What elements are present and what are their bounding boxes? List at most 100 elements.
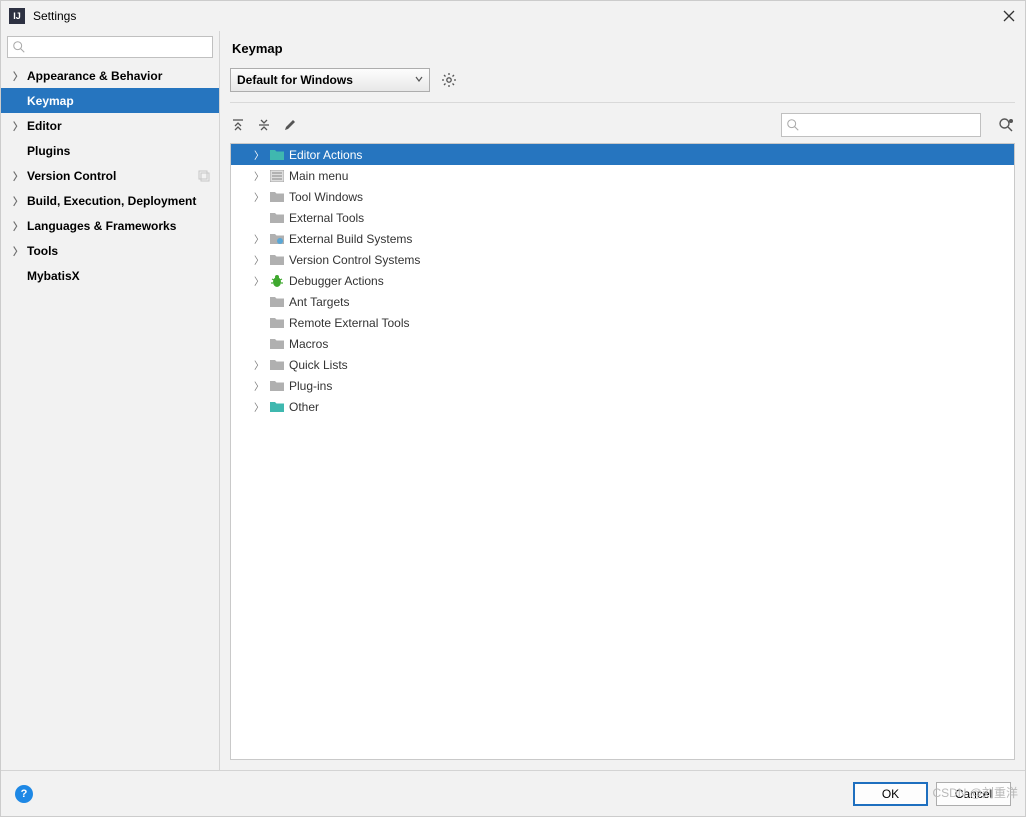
tree-row[interactable]: 〉 Version Control Systems [231,249,1014,270]
tree-row-label: External Tools [289,211,364,225]
chevron-right-icon: 〉 [13,68,23,83]
sidebar-item[interactable]: 〉Appearance & Behavior [1,63,219,88]
sidebar-item-label: Languages & Frameworks [27,219,176,233]
sidebar-item[interactable]: 〉 Build, Execution, Deployment [1,188,219,213]
folder-icon [269,357,285,373]
edit-icon[interactable] [282,117,298,133]
tree-row[interactable]: 〉 Plug-ins [231,375,1014,396]
tree-row[interactable]: 〉 Tool Windows [231,186,1014,207]
tree-row-label: Version Control Systems [289,253,420,267]
cancel-button[interactable]: Cancel [936,782,1011,806]
sidebar-search[interactable] [7,36,213,58]
settings-window: IJ Settings 〉Appearance & BehaviorKeymap… [0,0,1026,817]
window-title: Settings [33,9,1001,23]
sidebar-item[interactable]: 〉 Languages & Frameworks [1,213,219,238]
chevron-right-icon: 〉 [253,189,265,204]
folder-icon [269,252,285,268]
sidebar-item[interactable]: Plugins [1,138,219,163]
folder-icon [269,315,285,331]
scheme-dropdown[interactable]: Default for Windows [230,68,430,92]
tool-icons [230,117,298,133]
tree-row[interactable]: Macros [231,333,1014,354]
folder-teal-icon [269,147,285,163]
folder-icon [269,189,285,205]
collapse-all-icon[interactable] [256,117,272,133]
find-by-shortcut-icon[interactable] [997,116,1015,134]
body: 〉Appearance & BehaviorKeymap〉EditorPlugi… [1,31,1025,770]
chevron-right-icon: 〉 [13,193,23,208]
chevron-right-icon: 〉 [253,231,265,246]
ext-icon [269,231,285,247]
sidebar-item[interactable]: 〉 Tools [1,238,219,263]
action-search[interactable] [781,113,981,137]
chevron-right-icon: 〉 [253,168,265,183]
sidebar-item-label: Plugins [27,144,70,158]
chevron-right-icon: 〉 [13,118,23,133]
chevron-right-icon: 〉 [253,147,265,162]
tree-row[interactable]: 〉 Main menu [231,165,1014,186]
chevron-right-icon: 〉 [253,378,265,393]
chevron-right-icon: 〉 [13,218,23,233]
tree-row-label: Macros [289,337,328,351]
chevron-right-icon: 〉 [253,357,265,372]
tree-row-label: External Build Systems [289,232,412,246]
toolbar [220,109,1025,141]
chevron-right-icon: 〉 [13,243,23,258]
tree-row-label: Ant Targets [289,295,349,309]
sidebar-item[interactable]: MybatisX [1,263,219,288]
tree-row-label: Remote External Tools [289,316,410,330]
bug-icon [269,273,285,289]
tree-row-label: Tool Windows [289,190,363,204]
action-tree[interactable]: 〉 Editor Actions 〉 Main menu 〉 Tool Windows Ex… [230,143,1015,760]
scheme-row: Default for Windows [220,64,1025,96]
tree-row[interactable]: 〉 External Build Systems [231,228,1014,249]
tree-row-label: Quick Lists [289,358,348,372]
tree-row[interactable]: External Tools [231,207,1014,228]
sidebar-item[interactable]: Keymap [1,88,219,113]
ok-label: OK [882,787,899,801]
tree-row[interactable]: 〉 Quick Lists [231,354,1014,375]
help-icon[interactable]: ? [15,785,33,803]
tree-row-label: Editor Actions [289,148,362,162]
tree-row[interactable]: 〉 Editor Actions [231,144,1014,165]
page-title: Keymap [220,31,1025,64]
sidebar-nav: 〉Appearance & Behavior Keymap 〉 Editor Plugi… [1,63,219,770]
close-icon[interactable] [1001,8,1017,24]
sidebar: 〉Appearance & Behavior Keymap 〉 Editor Plugi… [1,31,220,770]
tree-row[interactable]: 〉 Other [231,396,1014,417]
gear-icon[interactable] [440,71,458,89]
divider [230,102,1015,103]
cancel-label: Cancel [955,787,992,801]
tree-row-label: Main menu [289,169,348,183]
sidebar-item-label: Version Control [27,169,116,183]
sidebar-item[interactable]: 〉 Editor [1,113,219,138]
folder-icon [269,294,285,310]
sidebar-item-label: MybatisX [27,269,80,283]
action-search-input[interactable] [802,118,976,132]
chevron-right-icon: 〉 [13,168,23,183]
ok-button[interactable]: OK [853,782,928,806]
tree-row[interactable]: 〉Debugger Actions [231,270,1014,291]
folder-icon [269,210,285,226]
chevron-right-icon: 〉 [253,252,265,267]
folder-teal-icon [269,399,285,415]
sidebar-item-label: Editor [27,119,62,133]
sidebar-item[interactable]: 〉 Version Control [1,163,219,188]
tree-row[interactable]: Ant Targets [231,291,1014,312]
titlebar: IJ Settings [1,1,1025,31]
sidebar-item-label: Keymap [27,94,74,108]
expand-all-icon[interactable] [230,117,246,133]
tree-row-label: Plug-ins [289,379,332,393]
copy-icon [197,169,211,183]
chevron-right-icon: 〉 [253,273,265,288]
chevron-right-icon: 〉 [253,399,265,414]
scheme-selected: Default for Windows [237,73,415,87]
sidebar-search-input[interactable] [28,40,208,54]
folder-icon [269,378,285,394]
tree-row[interactable]: Remote External Tools [231,312,1014,333]
tree-row-label: Other [289,400,319,414]
sidebar-item-label: Build, Execution, Deployment [27,194,196,208]
sidebar-item-label: Tools [27,244,58,258]
main-panel: Keymap Default for Windows [220,31,1025,770]
app-icon: IJ [9,8,25,24]
